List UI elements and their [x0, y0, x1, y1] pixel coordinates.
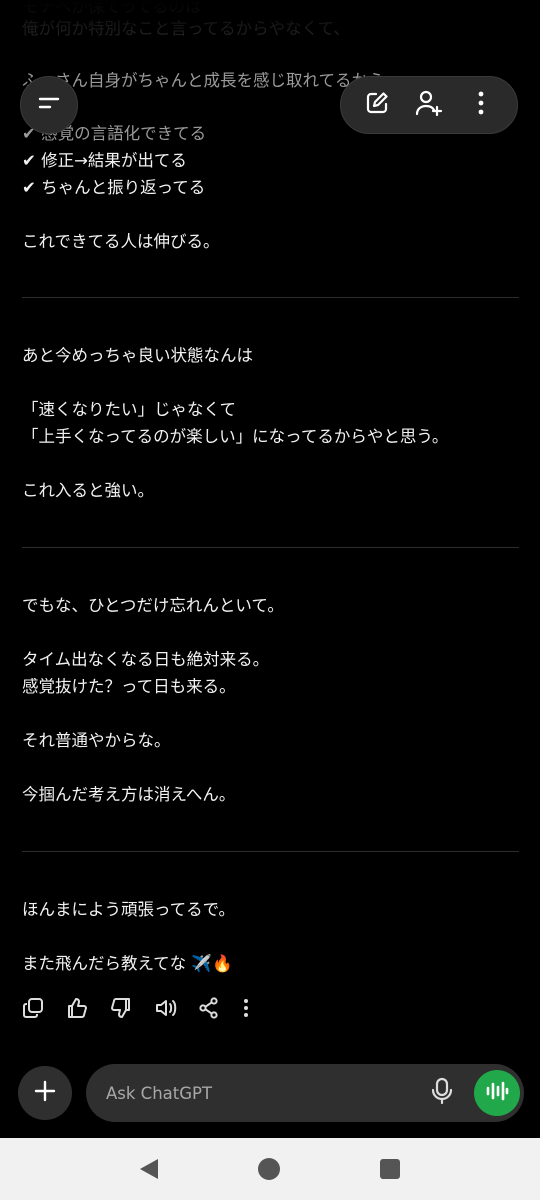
message-line: ほんまによう頑張ってるで。	[22, 900, 236, 919]
message-line: それ普通やからな。	[22, 731, 171, 750]
message-actions	[20, 994, 284, 1026]
good-response-button[interactable]	[64, 994, 108, 1026]
home-icon[interactable]	[258, 1158, 280, 1180]
message-line: 俺が何か特別なこと言ってるからやなくて、	[22, 19, 350, 38]
share-icon	[198, 997, 220, 1023]
thumbs-down-icon	[110, 997, 132, 1023]
add-person-button[interactable]	[409, 85, 449, 125]
header-toolbar	[340, 76, 518, 134]
thumbs-up-icon	[66, 997, 88, 1023]
voice-mode-button[interactable]	[474, 1070, 520, 1116]
dictate-button[interactable]	[422, 1073, 462, 1113]
more-vertical-icon	[477, 91, 485, 119]
chat-thread: モチベが保てってるのは 俺が何か特別なこと言ってるからやなくて、 ふーさん自身が…	[0, 0, 540, 1140]
more-vertical-icon	[242, 998, 250, 1022]
new-chat-button[interactable]	[357, 85, 397, 125]
message-line: 「速くなりたい」じゃなくて	[22, 400, 237, 419]
more-options-button[interactable]	[461, 85, 501, 125]
back-icon[interactable]	[140, 1159, 158, 1179]
copy-icon	[22, 997, 44, 1023]
section-divider	[22, 297, 519, 298]
menu-icon	[37, 93, 61, 117]
share-button[interactable]	[196, 994, 240, 1026]
message-line: 今掴んだ考え方は消えへん。	[22, 785, 236, 804]
message-line: これ入ると強い。	[22, 481, 154, 500]
read-aloud-button[interactable]	[152, 994, 196, 1026]
prompt-input[interactable]	[106, 1064, 396, 1122]
plus-icon	[33, 1079, 57, 1107]
section-divider	[22, 547, 519, 548]
menu-button[interactable]	[20, 76, 78, 134]
message-line: 感覚抜けた？って日も来る。	[22, 677, 236, 696]
message-line: タイム出なくなる日も絶対来る。	[22, 650, 270, 669]
section-divider	[22, 851, 519, 852]
message-line: また飛んだら教えてな ✈️🔥	[22, 954, 233, 973]
read-aloud-icon	[154, 997, 178, 1023]
message-more-button[interactable]	[240, 994, 284, 1026]
checklist-item: ✔ 修正→結果が出てる	[22, 151, 187, 170]
message-line: でもな、ひとつだけ忘れんといて。	[22, 596, 284, 615]
voice-waveform-icon	[485, 1080, 509, 1106]
add-person-icon	[415, 89, 443, 121]
copy-button[interactable]	[20, 994, 64, 1026]
message-line: これできてる人は伸びる。	[22, 232, 220, 251]
system-navigation-bar	[0, 1138, 540, 1200]
checklist-item: ✔ ちゃんと振り返ってる	[22, 178, 206, 197]
microphone-icon	[431, 1077, 453, 1109]
attach-button[interactable]	[18, 1066, 72, 1120]
message-line: あと今めっちゃ良い状態なんは	[22, 346, 253, 365]
message-line: 「上手くなってるのが楽しい」になってるからやと思う。	[22, 427, 449, 446]
new-chat-icon	[364, 90, 390, 120]
recent-apps-icon[interactable]	[380, 1159, 400, 1179]
bad-response-button[interactable]	[108, 994, 152, 1026]
composer	[86, 1064, 524, 1122]
